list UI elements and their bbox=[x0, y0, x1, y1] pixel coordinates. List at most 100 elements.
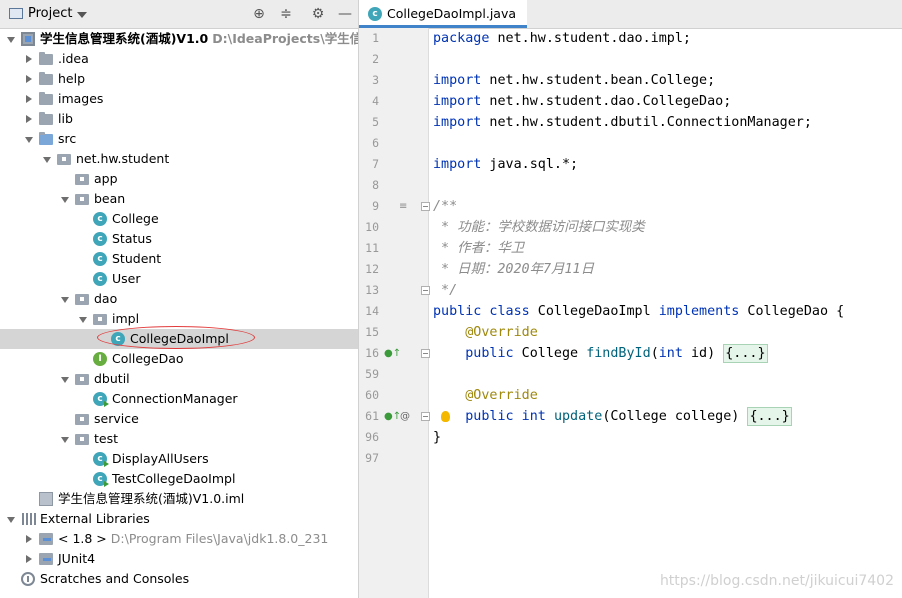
tree-item[interactable]: app bbox=[0, 169, 358, 189]
implements-marker-icon[interactable]: ●↑ bbox=[384, 406, 401, 427]
chevron-right-icon[interactable] bbox=[23, 49, 35, 69]
tree-item[interactable]: bean bbox=[0, 189, 358, 209]
code-line[interactable]: @Override bbox=[433, 322, 538, 343]
tree-item[interactable]: test bbox=[0, 429, 358, 449]
chevron-right-icon[interactable] bbox=[23, 89, 35, 109]
code-line[interactable]: @Override bbox=[433, 385, 538, 406]
chevron-down-icon[interactable] bbox=[5, 29, 17, 49]
doc-render-toggle-icon[interactable]: ≡ bbox=[399, 196, 407, 217]
code-line[interactable]: * 作者：华卫 bbox=[433, 238, 524, 259]
module-icon bbox=[21, 32, 35, 46]
code-area[interactable]: package net.hw.student.dao.impl; import n… bbox=[428, 28, 902, 598]
tree-item-label: 学生信息管理系统(酒城)V1.0D:\IdeaProjects\学生信息管 bbox=[40, 29, 358, 49]
tree-item-label: bean bbox=[94, 191, 126, 206]
tree-item[interactable]: .idea bbox=[0, 49, 358, 69]
tree-item-label: CollegeDao bbox=[112, 351, 184, 366]
class-icon: c bbox=[93, 252, 107, 266]
code-token: import bbox=[433, 73, 482, 88]
tree-item[interactable]: JUnit4 bbox=[0, 549, 358, 569]
tree-item[interactable]: c Student bbox=[0, 249, 358, 269]
runnable-class-icon: c bbox=[93, 472, 109, 487]
line-number: 97 bbox=[365, 451, 379, 465]
code-line[interactable]: public int update(College college) {...} bbox=[433, 406, 792, 427]
tree-item[interactable]: c TestCollegeDaoImpl bbox=[0, 469, 358, 489]
chevron-down-icon[interactable] bbox=[5, 509, 17, 529]
code-token: import bbox=[433, 157, 482, 172]
tree-item[interactable]: c College bbox=[0, 209, 358, 229]
annotation-marker-icon[interactable]: @ bbox=[400, 406, 410, 427]
chevron-right-icon[interactable] bbox=[23, 109, 35, 129]
tree-item[interactable]: Scratches and Consoles bbox=[0, 569, 358, 589]
jdk-icon bbox=[39, 553, 53, 565]
code-token: net.hw.student.dbutil.ConnectionManager; bbox=[481, 115, 812, 130]
code-line[interactable]: import net.hw.student.bean.College; bbox=[433, 70, 715, 91]
tree-item[interactable]: c DisplayAllUsers bbox=[0, 449, 358, 469]
code-line[interactable]: * 功能：学校数据访问接口实现类 bbox=[433, 217, 645, 238]
chevron-down-icon[interactable] bbox=[59, 289, 71, 309]
watermark: https://blog.csdn.net/jikuicui7402 bbox=[659, 573, 894, 589]
tree-item[interactable]: c Status bbox=[0, 229, 358, 249]
tree-item[interactable]: images bbox=[0, 89, 358, 109]
code-line[interactable]: package net.hw.student.dao.impl; bbox=[433, 28, 691, 49]
folded-code-block[interactable]: {...} bbox=[723, 344, 768, 363]
project-title[interactable]: Project bbox=[28, 6, 72, 21]
code-line[interactable]: * 日期：2020年7月11日 bbox=[433, 259, 594, 280]
chevron-right-icon[interactable] bbox=[23, 549, 35, 569]
code-line[interactable]: import net.hw.student.dao.CollegeDao; bbox=[433, 91, 731, 112]
tree-item[interactable]: I CollegeDao bbox=[0, 349, 358, 369]
gear-icon[interactable]: ⚙ bbox=[309, 5, 327, 23]
folded-code-block[interactable]: {...} bbox=[747, 407, 792, 426]
editor-tab-bar: c CollegeDaoImpl.java bbox=[359, 0, 902, 29]
chevron-down-icon[interactable] bbox=[41, 149, 53, 169]
tree-item[interactable]: service bbox=[0, 409, 358, 429]
chevron-down-icon[interactable] bbox=[23, 129, 35, 149]
code-token: public class bbox=[433, 304, 530, 319]
line-number: 12 bbox=[365, 262, 379, 276]
view-mode-dropdown-icon[interactable] bbox=[77, 12, 87, 18]
tree-item[interactable]: dbutil bbox=[0, 369, 358, 389]
implements-marker-icon[interactable]: ●↑ bbox=[384, 343, 401, 364]
class-icon: c bbox=[93, 212, 107, 226]
code-line[interactable]: import net.hw.student.dbutil.ConnectionM… bbox=[433, 112, 812, 133]
tree-item[interactable]: src bbox=[0, 129, 358, 149]
line-number: 14 bbox=[365, 304, 379, 318]
project-tool-window: Project ⊕ ≑ ⚙ — 学生信息管理系统(酒城)V1.0 D:\IdeaP… bbox=[0, 0, 359, 598]
tree-item[interactable]: External Libraries bbox=[0, 509, 358, 529]
locate-file-icon[interactable]: ⊕ bbox=[250, 5, 268, 23]
collapse-all-icon[interactable]: ≑ bbox=[277, 5, 295, 23]
chevron-right-icon[interactable] bbox=[23, 69, 35, 89]
tree-item-label: 学生信息管理系统(酒城)V1.0.iml bbox=[58, 491, 245, 506]
tree-item-label: app bbox=[94, 171, 118, 186]
tree-item[interactable]: help bbox=[0, 69, 358, 89]
tree-item[interactable]: dao bbox=[0, 289, 358, 309]
code-line[interactable]: */ bbox=[433, 280, 457, 301]
tree-item[interactable]: < 1.8 > D:\Program Files\Java\jdk1.8.0_23… bbox=[0, 529, 358, 549]
chevron-right-icon[interactable] bbox=[23, 529, 35, 549]
chevron-down-icon[interactable] bbox=[59, 429, 71, 449]
editor-gutter[interactable]: 1 2 3 4 5 6 7 8 9 ≡ 10 11 12 13 14 15 16 ●↑ 59 60 61 ●↑ @96 97 bbox=[359, 28, 430, 598]
line-number: 96 bbox=[365, 430, 379, 444]
code-line[interactable]: public class CollegeDaoImpl implements C… bbox=[433, 301, 844, 322]
tree-item[interactable]: c User bbox=[0, 269, 358, 289]
chevron-down-icon[interactable] bbox=[59, 369, 71, 389]
line-number: 59 bbox=[365, 367, 379, 381]
code-line[interactable]: import java.sql.*; bbox=[433, 154, 578, 175]
code-line[interactable]: public College findById(int id) {...} bbox=[433, 343, 768, 364]
tree-item[interactable]: c ConnectionManager bbox=[0, 389, 358, 409]
code-line[interactable]: } bbox=[433, 427, 441, 448]
tree-item-label: Scratches and Consoles bbox=[40, 571, 190, 586]
project-header: Project ⊕ ≑ ⚙ — bbox=[0, 0, 358, 29]
tree-item[interactable]: 学生信息管理系统(酒城)V1.0D:\IdeaProjects\学生信息管 bbox=[0, 29, 358, 49]
lightbulb-icon[interactable] bbox=[441, 411, 450, 422]
tree-item[interactable]: 学生信息管理系统(酒城)V1.0.iml bbox=[0, 489, 358, 509]
editor: c CollegeDaoImpl.java 1 2 3 4 5 6 7 8 9 ≡ 10 11 12 13… bbox=[359, 0, 902, 598]
line-number: 8 bbox=[372, 178, 379, 192]
tree-item[interactable]: lib bbox=[0, 109, 358, 129]
chevron-down-icon[interactable] bbox=[59, 189, 71, 209]
chevron-down-icon[interactable] bbox=[77, 309, 89, 329]
code-line[interactable]: /** bbox=[433, 196, 457, 217]
tree-item[interactable]: net.hw.student bbox=[0, 149, 358, 169]
tab-collegedaoimpl[interactable]: c CollegeDaoImpl.java bbox=[359, 0, 527, 28]
hide-panel-icon[interactable]: — bbox=[336, 5, 354, 23]
